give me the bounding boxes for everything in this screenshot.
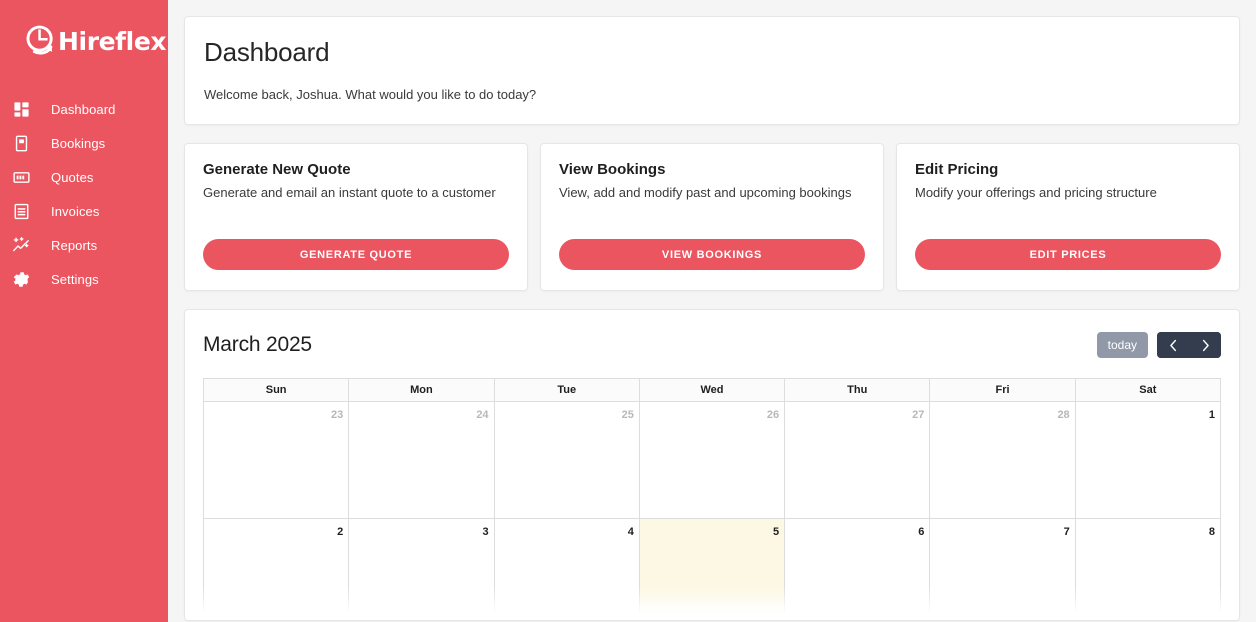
sidebar-item-bookings[interactable]: Bookings (0, 126, 168, 160)
dashboard-grid-icon (9, 97, 33, 121)
sidebar-item-label: Settings (51, 271, 99, 287)
welcome-message: Welcome back, Joshua. What would you lik… (204, 87, 537, 103)
calendar-day-number: 23 (331, 409, 344, 422)
calendar-day-cell[interactable]: 2 (204, 519, 350, 621)
sidebar-item-reports[interactable]: Reports (0, 228, 168, 262)
action-card-title: Generate New Quote (203, 161, 351, 179)
calendar-day-cell[interactable]: 3 (349, 519, 495, 621)
calendar-day-number: 28 (1057, 409, 1070, 422)
sidebar-item-label: Invoices (51, 203, 100, 219)
calendar-day-number: 8 (1208, 526, 1215, 539)
quick-actions-row: Generate New Quote Generate and email an… (184, 143, 1240, 292)
weekday-thu: Thu (785, 379, 931, 402)
calendar-day-number: 5 (773, 526, 780, 539)
calendar-day-cell[interactable]: 25 (495, 402, 640, 519)
calendar-card: March 2025 today Sun Mon Tue Wed Thu Fri… (184, 309, 1240, 622)
calendar-day-number: 2 (337, 526, 344, 539)
weekday-sun: Sun (204, 379, 350, 402)
sidebar-item-label: Reports (51, 237, 98, 253)
calendar-week-row: 2 3 4 5 6 7 8 (204, 518, 1220, 621)
booking-card-icon (9, 131, 33, 155)
action-card-description: Modify your offerings and pricing struct… (915, 185, 1157, 201)
page-title: Dashboard (204, 37, 330, 67)
calendar-day-number: 3 (482, 526, 489, 539)
calendar-weekday-header: Sun Mon Tue Wed Thu Fri Sat (204, 379, 1220, 402)
generate-quote-button[interactable]: GENERATE QUOTE (203, 239, 509, 271)
calendar-day-cell[interactable]: 1 (1076, 402, 1220, 518)
calendar-day-cell[interactable]: 8 (1076, 519, 1220, 620)
sidebar-nav: Dashboard Bookings Quotes Invoices Repor… (0, 92, 168, 296)
calendar-day-cell[interactable]: 28 (930, 402, 1076, 519)
calendar-nav-group (1157, 332, 1221, 359)
calendar-day-cell[interactable]: 7 (930, 519, 1076, 621)
action-card-view-bookings: View Bookings View, add and modify past … (540, 143, 884, 292)
calendar-day-cell[interactable]: 4 (495, 519, 640, 621)
action-card-description: View, add and modify past and upcoming b… (559, 185, 852, 201)
insights-chart-icon (9, 233, 33, 257)
money-note-icon (9, 165, 33, 189)
weekday-sat: Sat (1139, 384, 1157, 397)
sidebar-item-dashboard[interactable]: Dashboard (0, 92, 168, 126)
calendar-day-number: 7 (1063, 526, 1070, 539)
sidebar-item-label: Quotes (51, 169, 94, 185)
calendar-day-cell[interactable]: 23 (204, 402, 350, 519)
sidebar: Hireflex Dashboard Bookings Quotes Invoi… (0, 0, 168, 622)
clock-refresh-icon (22, 22, 60, 60)
calendar-day-cell[interactable]: 26 (640, 402, 786, 519)
calendar-today-button[interactable]: today (1096, 332, 1148, 359)
weekday-tue: Tue (495, 379, 640, 402)
app-root: Hireflex Dashboard Bookings Quotes Invoi… (0, 0, 1256, 622)
invoice-document-icon (9, 199, 33, 223)
action-card-description: Generate and email an instant quote to a… (203, 185, 496, 201)
brand-logo[interactable]: Hireflex (0, 0, 168, 60)
page-header-card: Dashboard Welcome back, Joshua. What wou… (184, 16, 1240, 126)
edit-prices-button[interactable]: EDIT PRICES (915, 239, 1221, 271)
action-card-title: View Bookings (559, 161, 666, 179)
view-bookings-button[interactable]: VIEW BOOKINGS (559, 239, 865, 271)
calendar-controls: today (1096, 332, 1221, 359)
brand-name: Hireflex (58, 26, 167, 56)
calendar-day-cell[interactable]: 6 (785, 519, 931, 621)
chevron-left-icon (1168, 339, 1179, 352)
calendar-grid: Sun Mon Tue Wed Thu Fri Sat 23 24 25 26 … (203, 378, 1221, 621)
weekday-fri: Fri (930, 379, 1076, 402)
calendar-day-number: 25 (621, 409, 634, 422)
sidebar-item-label: Dashboard (51, 101, 116, 117)
action-card-title: Edit Pricing (915, 161, 999, 179)
calendar-day-number: 27 (912, 409, 925, 422)
weekday-wed: Wed (640, 379, 786, 402)
calendar-next-button[interactable] (1189, 332, 1221, 359)
weekday-mon: Mon (349, 379, 495, 402)
calendar-day-cell[interactable]: 27 (785, 402, 931, 519)
sidebar-item-settings[interactable]: Settings (0, 262, 168, 296)
action-card-generate-quote: Generate New Quote Generate and email an… (184, 143, 528, 292)
calendar-day-number: 24 (476, 409, 489, 422)
calendar-day-cell-today[interactable]: 5 (639, 519, 786, 621)
calendar-prev-button[interactable] (1157, 332, 1189, 359)
calendar-toolbar: March 2025 today (203, 328, 1221, 362)
calendar-day-cell[interactable]: 24 (349, 402, 495, 519)
action-card-edit-pricing: Edit Pricing Modify your offerings and p… (896, 143, 1240, 292)
calendar-day-number: 26 (766, 409, 780, 422)
chevron-right-icon (1200, 339, 1211, 352)
gear-icon (9, 267, 33, 291)
calendar-day-number: 4 (627, 526, 634, 539)
calendar-day-number: 6 (918, 526, 925, 539)
sidebar-item-quotes[interactable]: Quotes (0, 160, 168, 194)
calendar-title: March 2025 (203, 333, 312, 357)
sidebar-item-invoices[interactable]: Invoices (0, 194, 168, 228)
calendar-week-row: 23 24 25 26 27 28 1 (204, 401, 1220, 519)
calendar-day-number: 1 (1208, 409, 1215, 422)
main-content: Dashboard Welcome back, Joshua. What wou… (168, 0, 1256, 622)
sidebar-item-label: Bookings (51, 135, 106, 151)
